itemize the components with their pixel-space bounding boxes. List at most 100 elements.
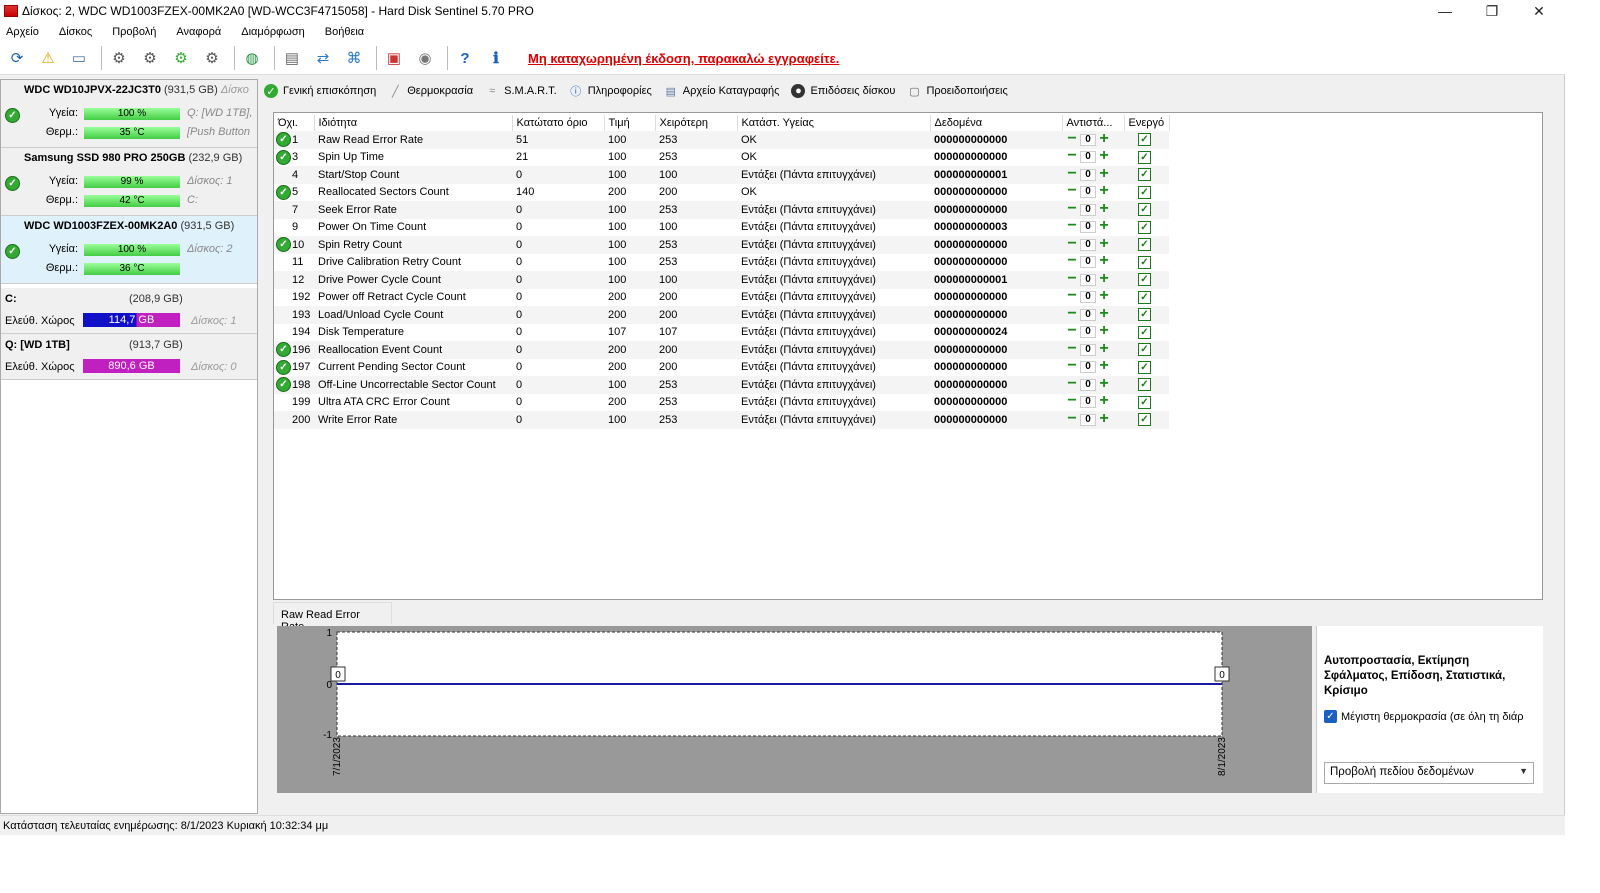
col-header-health-status[interactable]: Κατάστ. Υγείας bbox=[737, 115, 931, 131]
minus-icon[interactable]: − bbox=[1066, 253, 1078, 269]
network-icon[interactable]: ⌘ bbox=[341, 45, 367, 71]
active-checkbox[interactable]: ✓ bbox=[1138, 150, 1151, 164]
minus-icon[interactable]: − bbox=[1066, 183, 1078, 199]
col-header-attribute[interactable]: Ιδιότητα bbox=[314, 115, 513, 131]
table-row[interactable]: 7 Seek Error Rate 0 100 253 Εντάξει (Πάντα επ… bbox=[274, 200, 1169, 219]
table-row[interactable]: 4 Start/Stop Count 0 100 100 Εντάξει (Πάντα ε… bbox=[274, 165, 1169, 184]
globe-icon[interactable]: ◍ bbox=[239, 45, 265, 71]
test-icon-1[interactable]: ⚙ bbox=[106, 45, 132, 71]
plus-icon[interactable]: + bbox=[1098, 165, 1110, 181]
warning-icon[interactable]: ⚠ bbox=[35, 45, 61, 71]
active-checkbox[interactable]: ✓ bbox=[1138, 255, 1151, 269]
menu-view[interactable]: Προβολή bbox=[112, 26, 156, 38]
checkbox-checked-icon[interactable]: ✓ bbox=[1324, 710, 1337, 723]
col-header-threshold[interactable]: Κατώτατο όριο bbox=[512, 115, 605, 131]
active-checkbox[interactable]: ✓ bbox=[1138, 413, 1151, 427]
col-header-value[interactable]: Τιμή bbox=[604, 115, 656, 131]
adjust-value[interactable]: 0 bbox=[1080, 256, 1096, 269]
test-icon-2[interactable]: ⚙ bbox=[137, 45, 163, 71]
tab-temperature[interactable]: ╱ Θερμοκρασία bbox=[388, 84, 473, 98]
data-field-select[interactable]: Προβολή πεδίου δεδομένων ▼ bbox=[1324, 762, 1534, 784]
plus-icon[interactable]: + bbox=[1098, 375, 1110, 391]
tab-smart[interactable]: ≈ S.M.A.R.T. bbox=[485, 84, 557, 98]
restore-button[interactable]: ❐ bbox=[1470, 0, 1514, 22]
active-checkbox[interactable]: ✓ bbox=[1138, 168, 1151, 182]
col-header-active[interactable]: Ενεργό bbox=[1124, 115, 1170, 131]
menu-file[interactable]: Αρχείο bbox=[6, 26, 39, 38]
minus-icon[interactable]: − bbox=[1066, 288, 1078, 304]
table-row[interactable]: ✓ 198 Off-Line Uncorrectable Sector Count 0… bbox=[274, 375, 1169, 394]
table-row[interactable]: 9 Power On Time Count 0 100 100 Εντάξει (Πάντ… bbox=[274, 218, 1169, 237]
plus-icon[interactable]: + bbox=[1098, 410, 1110, 426]
col-header-data[interactable]: Δεδομένα bbox=[930, 115, 1063, 131]
help-icon[interactable]: ? bbox=[452, 45, 478, 71]
minus-icon[interactable]: − bbox=[1066, 165, 1078, 181]
plus-icon[interactable]: + bbox=[1098, 253, 1110, 269]
active-checkbox[interactable]: ✓ bbox=[1138, 325, 1151, 339]
refresh-icon[interactable]: ⟳ bbox=[4, 45, 30, 71]
active-checkbox[interactable]: ✓ bbox=[1138, 360, 1151, 374]
minus-icon[interactable]: − bbox=[1066, 393, 1078, 409]
adjust-value[interactable]: 0 bbox=[1080, 203, 1096, 216]
minus-icon[interactable]: − bbox=[1066, 323, 1078, 339]
active-checkbox[interactable]: ✓ bbox=[1138, 203, 1151, 217]
menu-report[interactable]: Αναφορά bbox=[176, 26, 221, 38]
minus-icon[interactable]: − bbox=[1066, 148, 1078, 164]
adjust-value[interactable]: 0 bbox=[1080, 361, 1096, 374]
menu-help[interactable]: Βοήθεια bbox=[325, 26, 364, 38]
minus-icon[interactable]: − bbox=[1066, 270, 1078, 286]
active-checkbox[interactable]: ✓ bbox=[1138, 133, 1151, 147]
minus-icon[interactable]: − bbox=[1066, 218, 1078, 234]
disk-card[interactable]: WDC WD10JPVX-22JC3T0 (931,5 GB) Δίσκο ✓ … bbox=[1, 80, 257, 148]
table-row[interactable]: ✓ 5 Reallocated Sectors Count 140 200 200 OK 00… bbox=[274, 183, 1169, 202]
minus-icon[interactable]: − bbox=[1066, 235, 1078, 251]
tab-alerts[interactable]: ▢ Προειδοποιήσεις bbox=[907, 84, 1008, 98]
adjust-value[interactable]: 0 bbox=[1080, 186, 1096, 199]
table-row[interactable]: ✓ 3 Spin Up Time 21 100 253 OK 000000000000 −0 + ✓ bbox=[274, 148, 1169, 167]
adjust-value[interactable]: 0 bbox=[1080, 413, 1096, 426]
volume-card[interactable]: C: (208,9 GB) Ελεύθ. Χώρος 114,7 GB Δίσκ… bbox=[1, 288, 257, 334]
tab-log[interactable]: ▤ Αρχείο Καταγραφής bbox=[664, 84, 780, 98]
chart-tab[interactable]: Raw Read Error Rate bbox=[273, 602, 392, 633]
chip-icon[interactable]: ▣ bbox=[381, 45, 407, 71]
active-checkbox[interactable]: ✓ bbox=[1138, 343, 1151, 357]
adjust-value[interactable]: 0 bbox=[1080, 133, 1096, 146]
tab-overview[interactable]: ✓ Γενική επισκόπηση bbox=[264, 84, 376, 98]
active-checkbox[interactable]: ✓ bbox=[1138, 185, 1151, 199]
adjust-value[interactable]: 0 bbox=[1080, 151, 1096, 164]
table-row[interactable]: 192 Power off Retract Cycle Count 0 200 200 Ε… bbox=[274, 288, 1169, 307]
plus-icon[interactable]: + bbox=[1098, 305, 1110, 321]
adjust-value[interactable]: 0 bbox=[1080, 343, 1096, 356]
table-row[interactable]: ✓ 197 Current Pending Sector Count 0 200 200 Ε… bbox=[274, 358, 1169, 377]
menu-disk[interactable]: Δίσκος bbox=[59, 26, 92, 38]
tab-performance[interactable]: ● Επιδόσεις δίσκου bbox=[791, 84, 895, 98]
plus-icon[interactable]: + bbox=[1098, 200, 1110, 216]
test-icon-3[interactable]: ⚙ bbox=[168, 45, 194, 71]
plus-icon[interactable]: + bbox=[1098, 218, 1110, 234]
minimize-button[interactable]: — bbox=[1423, 0, 1467, 22]
test-icon-4[interactable]: ⚙ bbox=[199, 45, 225, 71]
active-checkbox[interactable]: ✓ bbox=[1138, 308, 1151, 322]
minus-icon[interactable]: − bbox=[1066, 410, 1078, 426]
table-row[interactable]: 200 Write Error Rate 0 100 253 Εντάξει (Πάντα… bbox=[274, 410, 1169, 429]
adjust-value[interactable]: 0 bbox=[1080, 273, 1096, 286]
table-row[interactable]: ✓ 1 Raw Read Error Rate 51 100 253 OK 000000000… bbox=[274, 130, 1169, 149]
minus-icon[interactable]: − bbox=[1066, 305, 1078, 321]
plus-icon[interactable]: + bbox=[1098, 235, 1110, 251]
disk-card-selected[interactable]: WDC WD1003FZEX-00MK2A0 (931,5 GB) ✓ Υγεί… bbox=[1, 216, 257, 284]
plus-icon[interactable]: + bbox=[1098, 323, 1110, 339]
close-button[interactable]: ✕ bbox=[1517, 0, 1561, 22]
table-row[interactable]: ✓ 196 Reallocation Event Count 0 200 200 Εντάξ… bbox=[274, 340, 1169, 359]
table-row[interactable]: ✓ 10 Spin Retry Count 0 100 253 Εντάξει (Πάντα… bbox=[274, 235, 1169, 254]
col-header-worst[interactable]: Χειρότερη bbox=[655, 115, 738, 131]
active-checkbox[interactable]: ✓ bbox=[1138, 290, 1151, 304]
plus-icon[interactable]: + bbox=[1098, 270, 1110, 286]
volume-card[interactable]: Q: [WD 1TB] (913,7 GB) Ελεύθ. Χώρος 890,… bbox=[1, 334, 257, 380]
active-checkbox[interactable]: ✓ bbox=[1138, 220, 1151, 234]
table-row[interactable]: 194 Disk Temperature 0 107 107 Εντάξει (Πάντα… bbox=[274, 323, 1169, 342]
table-row[interactable]: 199 Ultra ATA CRC Error Count 0 200 253 Εντάξ… bbox=[274, 393, 1169, 412]
active-checkbox[interactable]: ✓ bbox=[1138, 395, 1151, 409]
minus-icon[interactable]: − bbox=[1066, 375, 1078, 391]
adjust-value[interactable]: 0 bbox=[1080, 308, 1096, 321]
plus-icon[interactable]: + bbox=[1098, 340, 1110, 356]
